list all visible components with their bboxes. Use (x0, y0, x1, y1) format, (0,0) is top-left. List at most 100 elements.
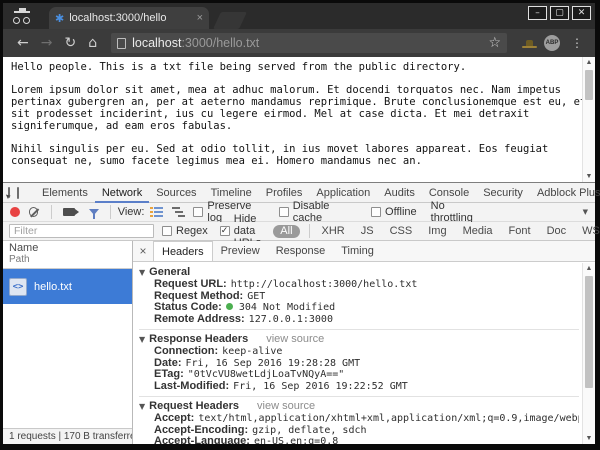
tab-close-icon[interactable]: × (197, 12, 203, 24)
scroll-thumb[interactable] (585, 70, 593, 100)
details-tab-response[interactable]: Response (268, 241, 334, 261)
section-header: ▼ General (139, 266, 579, 279)
header-field: ETag: "0tVcVU8wetLdjLoaTvNQyA==" (139, 369, 579, 381)
disable-cache-checkbox[interactable] (278, 207, 289, 217)
header-field-key: Request Method: (154, 290, 244, 302)
devtools-tab-audits[interactable]: Audits (377, 183, 422, 203)
filter-pill-ws[interactable]: WS (575, 225, 600, 238)
header-field-value: "0tVcVU8wetLdjLoaTvNQyA==" (187, 369, 345, 380)
collapse-arrow-icon[interactable]: ▼ (139, 402, 145, 411)
filter-pill-media[interactable]: Media (456, 225, 500, 238)
forward-icon[interactable]: → (41, 35, 53, 51)
clear-icon[interactable] (28, 207, 39, 217)
page-scrollbar[interactable]: ▲ ▼ (582, 57, 595, 182)
inspect-element-icon[interactable] (8, 187, 10, 198)
preserve-log-checkbox[interactable] (193, 207, 204, 217)
header-field-value: gzip, deflate, sdch (252, 424, 367, 436)
header-field-value: text/html,application/xhtml+xml,applicat… (198, 413, 579, 424)
extension-hat-icon[interactable] (522, 38, 537, 49)
header-field: Request Method: GET (139, 291, 579, 303)
devtools-tab-network[interactable]: Network (95, 183, 149, 203)
page-text-line: Hello people. This is a txt file being s… (11, 61, 467, 73)
filter-pill-js[interactable]: JS (354, 225, 381, 238)
regex-checkbox[interactable] (162, 226, 172, 236)
scroll-down-icon[interactable]: ▼ (583, 435, 595, 442)
offline-checkbox[interactable] (371, 207, 382, 217)
tab-title: localhost:3000/hello (69, 12, 167, 24)
details-scrollbar[interactable]: ▲ ▼ (582, 263, 595, 444)
device-toolbar-icon[interactable] (17, 186, 19, 199)
header-field-value: keep-alive (222, 346, 283, 357)
back-icon[interactable]: ← (17, 35, 29, 51)
header-field-key: Status Code: (154, 302, 222, 313)
filter-pill-img[interactable]: Img (421, 225, 453, 238)
hide-data-urls-checkbox[interactable] (219, 225, 230, 236)
incognito-icon (11, 8, 35, 26)
browser-window: ✱ localhost:3000/hello × – ▢ ✕ ← → ↻ ⌂ l… (3, 3, 600, 444)
filter-pill-all[interactable]: All (273, 224, 300, 238)
header-field-key: Request URL: (154, 279, 227, 290)
filter-pill-css[interactable]: CSS (383, 225, 420, 238)
large-request-rows-icon[interactable] (150, 207, 163, 217)
scroll-up-icon[interactable]: ▲ (583, 265, 595, 272)
header-field-key: Remote Address: (154, 313, 245, 325)
url-text[interactable]: localhost:3000/hello.txt (132, 36, 488, 50)
browser-tab[interactable]: ✱ localhost:3000/hello × (49, 7, 209, 29)
scroll-down-icon[interactable]: ▼ (583, 173, 595, 180)
request-row-hello-txt[interactable]: <> hello.txt (3, 269, 132, 304)
home-icon[interactable]: ⌂ (88, 35, 97, 51)
url-box[interactable]: localhost:3000/hello.txt ☆ (111, 33, 507, 53)
bookmark-star-icon[interactable]: ☆ (488, 35, 501, 51)
section-title: Request Headers (149, 400, 240, 412)
scroll-up-icon[interactable]: ▲ (583, 59, 595, 66)
page-text-line: Nihil singulis per eu. Sed at odio tolli… (11, 142, 549, 155)
devtools-tab-sources[interactable]: Sources (149, 183, 203, 203)
header-field: Status Code: 304 Not Modified (139, 302, 579, 314)
details-tab-preview[interactable]: Preview (213, 241, 268, 261)
section-header: ▼ Request Headers view source (139, 400, 579, 413)
details-tab-timing[interactable]: Timing (333, 241, 382, 261)
record-button[interactable] (10, 207, 20, 217)
requests-column-header[interactable]: Name Path (3, 241, 132, 269)
maximize-button[interactable]: ▢ (550, 6, 569, 20)
filter-funnel-icon[interactable] (88, 209, 99, 219)
view-source-link[interactable]: view source (257, 400, 315, 412)
headers-content: ▼ General Request URL: http://localhost:300… (133, 262, 595, 444)
devtools-tab-adblock-plus[interactable]: Adblock Plus (530, 183, 600, 203)
collapse-arrow-icon[interactable]: ▼ (139, 335, 145, 344)
filter-pill-doc[interactable]: Doc (540, 225, 574, 238)
show-overview-icon[interactable] (171, 207, 185, 217)
filter-input[interactable] (9, 224, 154, 238)
header-field-value: http://localhost:3000/hello.txt (230, 279, 418, 290)
minimize-button[interactable]: – (528, 6, 547, 20)
header-field: Remote Address: 127.0.0.1:3000 (139, 314, 579, 326)
header-field: Accept-Encoding: gzip, deflate, sdch (139, 425, 579, 437)
devtools-tab-elements[interactable]: Elements (35, 183, 95, 203)
headers-section-general: ▼ General Request URL: http://localhost:300… (139, 263, 579, 329)
header-field-value: Fri, 16 Sep 2016 19:28:28 GMT (185, 357, 361, 369)
section-title: Response Headers (149, 333, 249, 345)
chrome-menu-icon[interactable]: ⋮ (571, 36, 583, 50)
new-tab-button[interactable] (213, 12, 247, 29)
filter-pill-xhr[interactable]: XHR (315, 225, 352, 238)
reload-icon[interactable]: ↻ (64, 35, 76, 51)
scroll-thumb[interactable] (585, 276, 593, 388)
close-button[interactable]: ✕ (572, 6, 591, 20)
column-path-label: Path (9, 254, 30, 265)
details-close-icon[interactable]: × (133, 241, 153, 261)
header-field-value: Fri, 16 Sep 2016 19:22:52 GMT (233, 380, 408, 392)
throttling-select[interactable]: No throttling (431, 200, 488, 224)
filmstrip-camera-icon[interactable] (63, 208, 79, 216)
filter-pill-font[interactable]: Font (502, 225, 538, 238)
details-tab-headers[interactable]: Headers (153, 241, 213, 261)
screen-frame: ✱ localhost:3000/hello × – ▢ ✕ ← → ↻ ⌂ l… (0, 0, 600, 450)
header-field-value: 127.0.0.1:3000 (248, 313, 333, 325)
view-source-link[interactable]: view source (266, 333, 324, 345)
header-field: Connection: keep-alive (139, 346, 579, 358)
page-icon[interactable] (117, 37, 127, 49)
header-field-key: Last-Modified: (154, 380, 230, 392)
throttling-dropdown-icon[interactable]: ▼ (583, 208, 588, 216)
title-bar: ✱ localhost:3000/hello × – ▢ ✕ (3, 3, 595, 29)
adblock-plus-icon[interactable]: ABP (544, 35, 560, 51)
collapse-arrow-icon[interactable]: ▼ (139, 268, 145, 277)
